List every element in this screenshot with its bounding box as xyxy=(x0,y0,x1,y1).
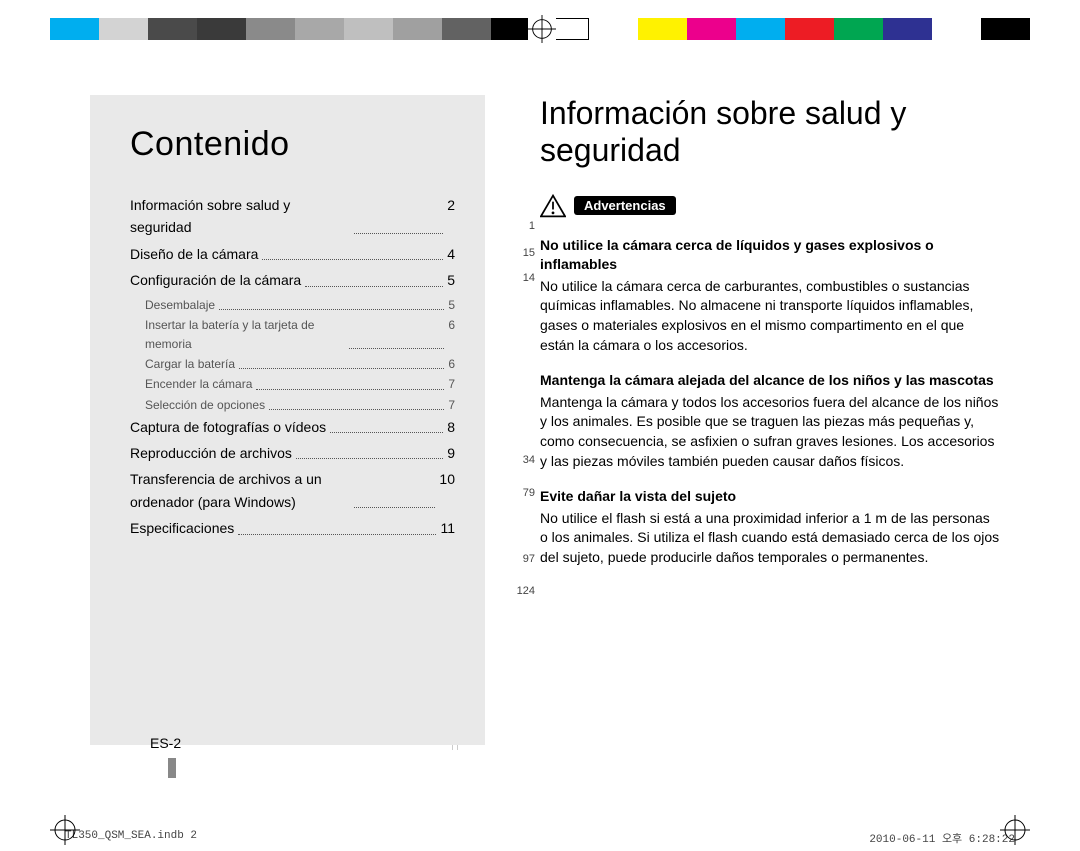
toc-dots xyxy=(349,316,444,349)
toc-subitem-label: Desembalaje xyxy=(145,296,215,315)
color-swatch xyxy=(687,18,736,40)
color-swatch xyxy=(50,18,99,40)
registration-mark-br xyxy=(1000,815,1030,845)
color-swatch xyxy=(295,18,344,40)
toc-main-item: Reproducción de archivos 9 xyxy=(130,442,455,464)
toc-sub-item: Selección de opciones 7 xyxy=(145,396,455,415)
toc-item-page: 9 xyxy=(447,442,455,464)
toc-item-label: Reproducción de archivos xyxy=(130,442,292,464)
toc-dots xyxy=(269,396,444,410)
toc-item-label: Configuración de la cámara xyxy=(130,269,301,291)
contents-title: Contenido xyxy=(130,125,455,164)
toc-dots xyxy=(239,355,444,369)
color-swatch xyxy=(589,18,638,40)
toc-dots xyxy=(256,375,444,389)
toc-subitem-page: 6 xyxy=(448,316,455,354)
toc-dots xyxy=(305,269,443,286)
toc-sub-item: Encender la cámara 7 xyxy=(145,375,455,394)
toc-sub-item: Insertar la batería y la tarjeta de memo… xyxy=(145,316,455,354)
safety-block-body: Mantenga la cámara y todos los accesorio… xyxy=(540,393,1000,471)
toc-item-page: 5 xyxy=(447,269,455,291)
toc-subitem-label: Insertar la batería y la tarjeta de memo… xyxy=(145,316,345,354)
registration-mark-top xyxy=(528,12,556,46)
color-swatch xyxy=(981,18,1030,40)
toc-main-item: Transferencia de archivos a un ordenador… xyxy=(130,468,455,513)
toc-main-item: Configuración de la cámara 5 xyxy=(130,269,455,291)
toc-subitem-label: Encender la cámara xyxy=(145,375,252,394)
color-swatch xyxy=(785,18,834,40)
toc-main-item: Diseño de la cámara 4 xyxy=(130,243,455,265)
safety-block: Mantenga la cámara alejada del alcance d… xyxy=(540,371,1000,471)
toc-subitem-page: 6 xyxy=(448,355,455,374)
toc-subitem-page: 7 xyxy=(448,375,455,394)
toc-main-item: Captura de fotografías o vídeos 8 xyxy=(130,416,455,438)
color-swatch xyxy=(344,18,393,40)
safety-block: No utilice la cámara cerca de líquidos y… xyxy=(540,236,1000,356)
toc-side-number: 34 xyxy=(523,454,535,466)
toc-dots xyxy=(296,442,443,459)
safety-block: Evite dañar la vista del sujetoNo utilic… xyxy=(540,487,1000,567)
toc-side-number: 97 xyxy=(523,553,535,565)
toc-dots xyxy=(354,194,443,234)
warnings-header: Advertencias xyxy=(540,194,1000,218)
toc-sub-item: Cargar la batería 6 xyxy=(145,355,455,374)
color-swatch xyxy=(638,18,687,40)
safety-block-heading: No utilice la cámara cerca de líquidos y… xyxy=(540,236,1000,275)
color-swatch xyxy=(834,18,883,40)
color-swatch xyxy=(99,18,148,40)
safety-block-body: No utilice la cámara cerca de carburante… xyxy=(540,277,1000,355)
toc-item-label: Información sobre salud y seguridad xyxy=(130,194,350,239)
toc-dots xyxy=(354,468,435,508)
footer-timestamp: 2010-06-11 오후 6:28:22 xyxy=(869,830,1015,846)
warning-triangle-icon xyxy=(540,194,566,218)
color-swatch xyxy=(932,18,981,40)
safety-title: Información sobre salud y seguridad xyxy=(540,95,1000,169)
page-body: Contenido Información sobre salud y segu… xyxy=(60,60,1020,840)
color-swatch xyxy=(442,18,491,40)
page-number-marker xyxy=(168,758,176,778)
warnings-badge: Advertencias xyxy=(574,196,676,215)
toc-dots xyxy=(238,517,436,534)
toc-dots xyxy=(262,243,443,260)
toc-side-number: 15 xyxy=(523,247,535,259)
toc-side-number: 1 xyxy=(529,220,535,232)
page-number: ES-2 xyxy=(150,735,181,751)
toc-item-page: 4 xyxy=(447,243,455,265)
color-swatch xyxy=(197,18,246,40)
toc-main-item: Especificaciones 11 xyxy=(130,517,455,539)
toc-dots xyxy=(219,296,444,310)
color-swatch xyxy=(148,18,197,40)
safety-block-body: No utilice el flash si está a una proxim… xyxy=(540,509,1000,568)
color-swatch xyxy=(883,18,932,40)
toc-list: Información sobre salud y seguridad 2 Dise… xyxy=(130,194,455,540)
toc-side-number: 14 xyxy=(523,272,535,284)
color-swatch xyxy=(736,18,785,40)
toc-subitem-page: 7 xyxy=(448,396,455,415)
toc-subitem-label: Cargar la batería xyxy=(145,355,235,374)
toc-subitem-label: Selección de opciones xyxy=(145,396,265,415)
toc-side-number: 124 xyxy=(517,585,535,597)
toc-item-page: 8 xyxy=(447,416,455,438)
toc-item-label: Captura de fotografías o vídeos xyxy=(130,416,326,438)
contents-panel: Contenido Información sobre salud y segu… xyxy=(90,95,485,745)
footer-filename: TL350_QSM_SEA.indb 2 xyxy=(65,830,197,842)
toc-sub-item: Desembalaje 5 xyxy=(145,296,455,315)
safety-section: Información sobre salud y seguridad Adve… xyxy=(540,95,1000,584)
registration-mark-bl xyxy=(50,815,80,845)
toc-item-label: Especificaciones xyxy=(130,517,234,539)
color-swatch xyxy=(393,18,442,40)
toc-item-label: Diseño de la cámara xyxy=(130,243,258,265)
safety-block-heading: Mantenga la cámara alejada del alcance d… xyxy=(540,371,1000,391)
toc-sublist: Desembalaje 5 Insertar la batería y la tar… xyxy=(145,296,455,415)
toc-item-page: 2 xyxy=(447,194,455,239)
toc-item-page: 11 xyxy=(440,517,455,539)
toc-item-page: 10 xyxy=(439,468,455,513)
toc-dots xyxy=(330,416,443,433)
color-swatch xyxy=(246,18,295,40)
toc-main-item: Información sobre salud y seguridad 2 xyxy=(130,194,455,239)
toc-side-number: 79 xyxy=(523,487,535,499)
toc-item-label: Transferencia de archivos a un ordenador… xyxy=(130,468,350,513)
safety-block-heading: Evite dañar la vista del sujeto xyxy=(540,487,1000,507)
toc-subitem-page: 5 xyxy=(448,296,455,315)
